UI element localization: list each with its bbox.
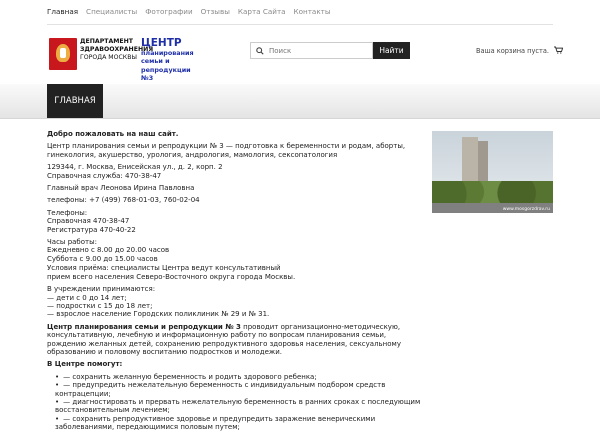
list-item: — диагностировать и прервать нежелательн… [55,398,425,415]
search-button[interactable]: Найти [373,42,410,59]
photo-trees [432,181,553,203]
conditions-line2: прием всего населения Северо-Восточного … [47,272,296,281]
photo-watermark: www.mosgorzdrav.ru [502,207,550,212]
address-block: 129344, г. Москва, Енисейская ул., д. 2,… [47,163,425,180]
phones-title: Телефоны: [47,208,88,217]
accepts-title: В учреждении принимаются: [47,285,156,294]
accepts-block: В учреждении принимаются: — дети с 0 до … [47,285,425,319]
phone-help: Справочная 470-38-47 [47,217,130,226]
topnav-reviews[interactable]: Отзывы [201,7,230,16]
topnav-sitemap[interactable]: Карта Сайта [238,7,286,16]
basket-status[interactable]: Ваша корзина пуста. [476,46,564,55]
main-menu-home[interactable]: ГЛАВНАЯ [47,84,103,118]
search-box [250,42,373,59]
intro-text: Центр планирования семьи и репродукции №… [47,142,406,159]
accepts-adults: — взрослое население Городских поликлини… [47,310,270,319]
cart-icon [554,46,564,54]
list-item: — сохранить репродуктивное здоровье и пр… [55,415,425,432]
topnav-contacts[interactable]: Контакты [294,7,331,16]
phones-text: телефоны: +7 (499) 768-01-03, 760-02-04 [47,196,200,205]
topnav-home[interactable]: Главная [47,7,78,16]
hours-block: Часы работы: Ежедневно с 8.00 до 20.00 ч… [47,238,425,263]
hours-weekdays: Ежедневно с 8.00 до 20.00 часов [47,246,170,255]
top-navigation: Главная Специалисты Фотографии Отзывы Ка… [47,7,339,16]
main-menu-bar: ГЛАВНАЯ [0,84,600,119]
clinic-building-photo: www.mosgorzdrav.ru [432,131,553,213]
phones-block: Телефоны: Справочная 470-38-47 Регистрат… [47,209,425,234]
moscow-emblem-icon[interactable] [49,38,77,70]
list-item: — предупредить нежелательную беременност… [55,381,425,398]
conditions-block: Условия приёма: специалисты Центра ведут… [47,264,425,281]
header-divider [47,24,553,25]
search-input[interactable] [269,44,369,57]
accepts-teens: — подростки с 15 до 18 лет; [47,301,153,310]
phone-registry: Регистратура 470-40-22 [47,225,136,234]
helps-list: — сохранить желанную беременность и роди… [47,373,425,432]
topnav-specialists[interactable]: Специалисты [86,7,137,16]
main-content: Добро пожаловать на наш сайт. Центр план… [47,130,425,432]
dept-line3: ГОРОДА МОСКВЫ [80,54,137,61]
department-logo-text: ДЕПАРТАМЕНТ ЗДРАВООХРАНЕНИЯ ГОРОДА МОСКВ… [80,38,154,62]
basket-label: Ваша корзина пуста. [476,47,549,55]
list-item: — сохранить желанную беременность и роди… [55,373,425,381]
address-text: 129344, г. Москва, Енисейская ул., д. 2,… [47,163,223,172]
dept-line1: ДЕПАРТАМЕНТ [80,38,134,45]
helps-heading: В Центре помогут: [47,360,123,369]
search-icon [256,47,264,55]
hours-title: Часы работы: [47,238,97,247]
center-sub-line3: репродукции №3 [141,65,191,82]
center-logo-title[interactable]: ЦЕНТР [141,37,182,49]
mission-text: Центр планирования семьи и репродукции №… [47,323,425,357]
chief-doctor-text: Главный врач Леонова Ирина Павловна [47,184,195,193]
help-service-text: Справочная служба: 470-38-47 [47,171,162,180]
center-logo-subtitle: планирования семьи и репродукции №3 [141,49,201,82]
welcome-heading: Добро пожаловать на наш сайт. [47,130,179,138]
topnav-photos[interactable]: Фотографии [145,7,192,16]
center-sub-line1: планирования [141,49,194,57]
center-sub-line2: семьи и [141,57,170,66]
emblem-rider [60,48,66,58]
dept-line2: ЗДРАВООХРАНЕНИЯ [80,46,154,53]
accepts-children: — дети с 0 до 14 лет; [47,293,127,302]
conditions-line1: Условия приёма: специалисты Центра ведут… [47,264,281,273]
hours-saturday: Суббота с 9.00 до 15.00 часов [47,254,158,263]
mission-bold: Центр планирования семьи и репродукции №… [47,322,241,331]
